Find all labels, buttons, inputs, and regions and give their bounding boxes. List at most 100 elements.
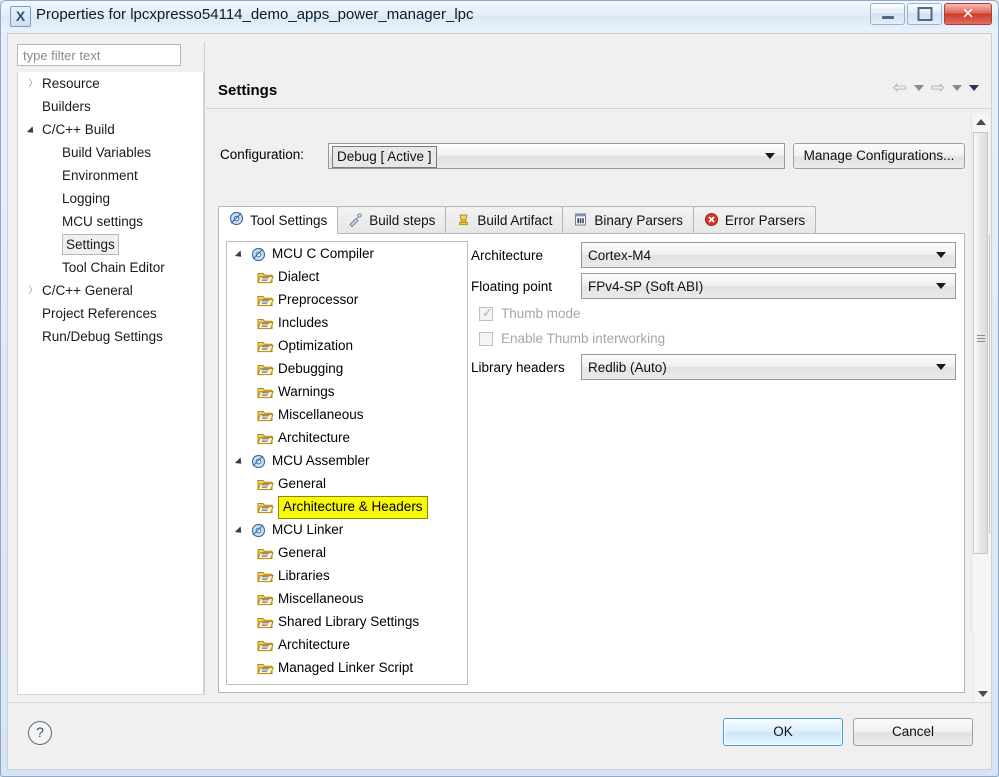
help-button[interactable]: ? xyxy=(28,721,52,745)
nav-tree-item[interactable]: Build Variables xyxy=(18,141,203,164)
tool-tree[interactable]: MCU C Compiler Dialect Preprocessor Include… xyxy=(226,241,468,685)
forward-arrow-icon[interactable]: ⇨ xyxy=(931,79,945,96)
tool-tree-item[interactable]: MCU C Compiler xyxy=(227,242,467,265)
folder-icon xyxy=(257,683,274,684)
thumb-mode-checkbox: ✓ xyxy=(479,305,493,321)
back-chevron-down-icon[interactable] xyxy=(913,84,924,91)
library-headers-select[interactable]: Redlib (Auto) xyxy=(581,354,956,380)
chevron-down-icon[interactable] xyxy=(234,526,245,536)
folder-icon xyxy=(257,384,274,399)
check-icon: ✓ xyxy=(482,305,493,320)
tool-tree-item[interactable]: Architecture & Headers xyxy=(227,495,467,519)
properties-dialog: X Properties for lpcxpresso54114_demo_ap… xyxy=(0,0,999,777)
tool-tree-item[interactable]: General xyxy=(227,472,467,495)
tab-label: Binary Parsers xyxy=(594,213,683,228)
minimize-button[interactable] xyxy=(870,3,905,25)
tool-tree-label: MCU C Compiler xyxy=(272,246,375,261)
tool-tree-item[interactable]: Preprocessor xyxy=(227,288,467,311)
tool-tree-item[interactable]: Managed Linker Script xyxy=(227,656,467,679)
window-title: Properties for lpcxpresso54114_demo_apps… xyxy=(36,6,474,23)
architecture-value: Cortex-M4 xyxy=(588,248,652,263)
nav-tree-item[interactable]: Builders xyxy=(18,95,203,118)
navigation-tree[interactable]: 〉 Resource Builders C/C++ Build Build Variab… xyxy=(17,72,204,695)
thumb-interworking-row: Enable Thumb interworking xyxy=(471,329,956,354)
floating-point-value: FPv4-SP (Soft ABI) xyxy=(588,279,704,294)
settings-scrollbar-thumb[interactable] xyxy=(973,132,988,554)
nav-tree-item[interactable]: Environment xyxy=(18,164,203,187)
configuration-row: Configuration: Debug [ Active ] Manage C… xyxy=(218,143,965,169)
tool-tree-item[interactable]: Includes xyxy=(227,311,467,334)
nav-tree-label: Run/Debug Settings xyxy=(42,329,163,344)
nav-tree-item[interactable]: Logging xyxy=(18,187,203,210)
tool-tree-label: Architecture & Headers xyxy=(278,496,428,519)
nav-tree-item[interactable]: Project References xyxy=(18,302,203,325)
tab-tool-settings[interactable]: Tool Settings xyxy=(218,206,339,234)
folder-icon xyxy=(257,545,274,560)
close-button[interactable]: ✕ xyxy=(944,3,992,25)
tool-tree-label: Managed Linker Script xyxy=(278,660,414,675)
configuration-label: Configuration: xyxy=(220,147,305,162)
architecture-select[interactable]: Cortex-M4 xyxy=(581,242,956,268)
nav-tree-item[interactable]: Settings xyxy=(18,233,203,256)
toolchain-gear-icon xyxy=(251,453,268,469)
nav-tree-item[interactable]: 〉 Resource xyxy=(18,72,203,95)
build-artifact-icon xyxy=(456,212,471,230)
nav-tree-item[interactable]: 〉 C/C++ General xyxy=(18,279,203,302)
tool-tree-item[interactable]: Optimization xyxy=(227,334,467,357)
tab-bar[interactable]: Tool Settings Build steps Build Artifact Bi… xyxy=(218,206,965,234)
folder-icon xyxy=(257,269,274,284)
tool-tree-item[interactable]: Warnings xyxy=(227,380,467,403)
maximize-button[interactable] xyxy=(907,3,942,25)
manage-configurations-button[interactable]: Manage Configurations... xyxy=(793,143,965,169)
tool-tree-item[interactable]: Architecture xyxy=(227,633,467,656)
tab-binary-parsers[interactable]: Binary Parsers xyxy=(562,206,694,234)
back-arrow-icon[interactable]: ⇦ xyxy=(893,79,907,96)
folder-icon xyxy=(257,591,274,606)
chevron-right-icon[interactable]: 〉 xyxy=(26,279,40,302)
tool-tree-label: Includes xyxy=(278,315,329,330)
panel-divider xyxy=(204,42,205,695)
tab-error-parsers[interactable]: Error Parsers xyxy=(692,206,817,234)
folder-icon xyxy=(257,315,274,330)
nav-tree-item[interactable]: MCU settings xyxy=(18,210,203,233)
build-steps-icon xyxy=(348,212,363,230)
architecture-row: Architecture Cortex-M4 xyxy=(471,242,956,273)
tool-tree-item[interactable]: Dialect xyxy=(227,265,467,288)
architecture-form: Architecture Cortex-M4 Floating point FP… xyxy=(471,242,956,385)
chevron-down-icon[interactable] xyxy=(26,126,37,136)
tool-tree-item[interactable]: Libraries xyxy=(227,564,467,587)
tool-tree-item[interactable]: Miscellaneous xyxy=(227,403,467,426)
tool-tree-item[interactable]: Debugging xyxy=(227,357,467,380)
tab-build-artifact[interactable]: Build Artifact xyxy=(445,206,564,234)
settings-scrollbar[interactable] xyxy=(971,114,989,633)
tool-tree-label: Multicore xyxy=(278,679,333,684)
scroll-up-icon[interactable] xyxy=(975,119,986,125)
nav-tree-item[interactable]: Run/Debug Settings xyxy=(18,325,203,348)
tool-tree-label: Miscellaneous xyxy=(278,591,364,606)
forward-chevron-down-icon[interactable] xyxy=(952,84,962,91)
chevron-down-icon[interactable] xyxy=(234,457,245,467)
tool-tree-item[interactable]: MCU Assembler xyxy=(227,449,467,472)
folder-icon xyxy=(257,292,274,307)
tool-tree-item[interactable]: Multicore xyxy=(227,679,467,684)
nav-tree-item[interactable]: Tool Chain Editor xyxy=(18,256,203,279)
tool-tree-item[interactable]: MCU Linker xyxy=(227,518,467,541)
cancel-button[interactable]: Cancel xyxy=(853,718,973,746)
configuration-select[interactable]: Debug [ Active ] xyxy=(328,143,785,169)
toolchain-gear-icon xyxy=(251,246,268,262)
filter-input[interactable]: type filter text xyxy=(17,44,181,66)
thumb-interworking-label: Enable Thumb interworking xyxy=(501,331,666,346)
menu-chevron-down-icon[interactable] xyxy=(969,84,979,91)
tool-tree-item[interactable]: Shared Library Settings xyxy=(227,610,467,633)
ok-button[interactable]: OK xyxy=(723,718,843,746)
tool-tree-item[interactable]: Architecture xyxy=(227,426,467,449)
floating-point-label: Floating point xyxy=(471,279,553,294)
tool-tree-item[interactable]: General xyxy=(227,541,467,564)
tab-build-steps[interactable]: Build steps xyxy=(337,206,447,234)
tool-tree-label: Debugging xyxy=(278,361,344,376)
chevron-down-icon[interactable] xyxy=(234,250,245,260)
tool-tree-item[interactable]: Miscellaneous xyxy=(227,587,467,610)
nav-tree-item[interactable]: C/C++ Build xyxy=(18,118,203,141)
chevron-right-icon[interactable]: 〉 xyxy=(26,72,40,95)
floating-point-select[interactable]: FPv4-SP (Soft ABI) xyxy=(581,273,956,299)
